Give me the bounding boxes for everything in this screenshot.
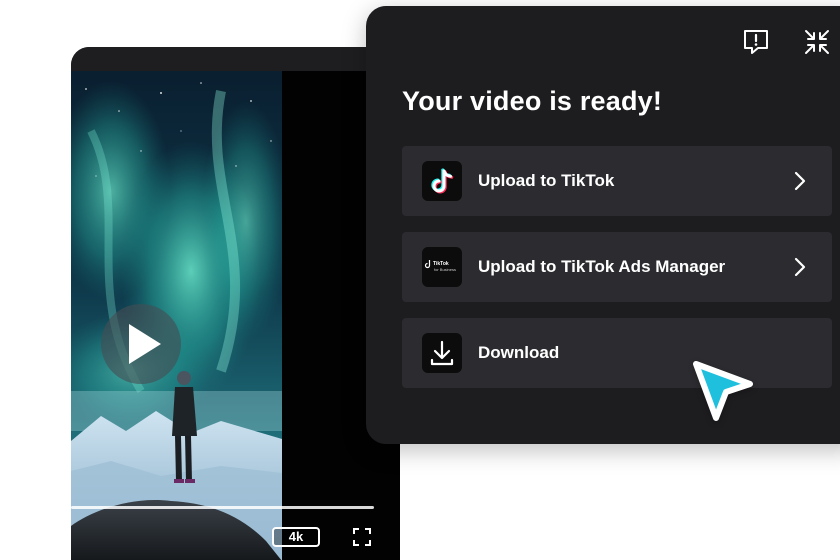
export-panel: Your video is ready! Upload to TikTok Ti… <box>366 6 840 444</box>
upload-tiktok-ads-manager-button[interactable]: TikTok for Business Upload to TikTok Ads… <box>402 232 832 302</box>
feedback-icon[interactable] <box>742 28 770 56</box>
minimize-icon[interactable] <box>803 28 831 56</box>
download-icon <box>422 333 462 373</box>
video-progress-bar[interactable] <box>71 506 374 509</box>
tiktok-logo-icon <box>422 161 462 201</box>
tiktok-for-business-logo-icon: TikTok for Business <box>422 247 462 287</box>
video-player: 4k <box>71 47 400 560</box>
fullscreen-icon[interactable] <box>353 528 371 546</box>
chevron-right-icon <box>794 171 806 191</box>
panel-title: Your video is ready! <box>402 86 663 116</box>
player-top-bar <box>71 47 400 72</box>
video-preview[interactable] <box>71 71 282 560</box>
aurora-scene-image <box>71 71 282 560</box>
download-label: Download <box>478 343 560 362</box>
chevron-right-icon <box>794 257 806 277</box>
download-button[interactable]: Download <box>402 318 832 388</box>
upload-tiktok-label: Upload to TikTok <box>478 171 615 190</box>
quality-badge[interactable]: 4k <box>272 527 320 547</box>
upload-tiktok-ads-manager-label: Upload to TikTok Ads Manager <box>478 257 726 276</box>
business-logo-subtext: for Business <box>434 267 457 272</box>
mouse-pointer-icon <box>693 361 753 421</box>
play-button[interactable] <box>101 304 181 384</box>
play-icon <box>129 324 161 364</box>
stage: 4k Your video is ready! Upload to TikTok… <box>0 0 840 560</box>
upload-tiktok-button[interactable]: Upload to TikTok <box>402 146 832 216</box>
